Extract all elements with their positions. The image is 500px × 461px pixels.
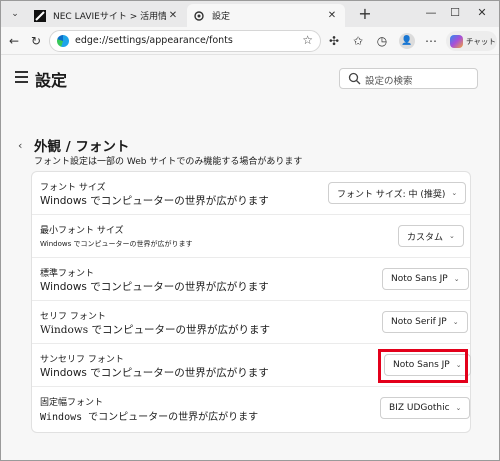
browser-toolbar: ← ↻ edge://settings/appearance/fonts ☆ ✣… bbox=[1, 27, 499, 55]
row-label: セリフ フォント bbox=[40, 312, 106, 322]
row-sample-text: Windows でコンピューターの世界が広がります bbox=[40, 412, 259, 423]
extensions-puzzle-icon[interactable]: ✣ bbox=[325, 32, 343, 50]
edge-icon bbox=[57, 35, 69, 47]
gear-icon bbox=[193, 10, 205, 22]
tab-title: NEC LAVIEサイト > 活用情報 > bbox=[53, 12, 166, 22]
close-tab-icon[interactable]: ✕ bbox=[166, 10, 180, 21]
row-label: フォント サイズ bbox=[40, 183, 106, 193]
serif-font-dropdown[interactable]: Noto Serif JP ⌄ bbox=[382, 311, 468, 333]
back-chevron-icon[interactable]: ‹ bbox=[18, 139, 22, 152]
serif-font-row: セリフ フォント Windows でコンピューターの世界が広がります Noto … bbox=[32, 301, 470, 344]
address-url: edge://settings/appearance/fonts bbox=[75, 35, 233, 46]
tab-actions-chevron-icon[interactable]: ⌄ bbox=[6, 5, 24, 23]
dropdown-value: フォント サイズ: 中 (推奨) bbox=[337, 189, 446, 200]
refresh-icon[interactable]: ↻ bbox=[27, 32, 45, 50]
chevron-down-icon: ⌄ bbox=[451, 189, 458, 197]
font-size-row: フォント サイズ Windows でコンピューターの世界が広がります フォント … bbox=[32, 172, 470, 215]
standard-font-dropdown[interactable]: Noto Sans JP ⌄ bbox=[382, 268, 469, 290]
new-tab-plus-icon[interactable]: + bbox=[356, 4, 374, 24]
row-sample-text: Windows でコンピューターの世界が広がります bbox=[40, 195, 269, 207]
close-tab-icon[interactable]: ✕ bbox=[325, 10, 339, 21]
dropdown-value: BIZ UDGothic bbox=[389, 403, 450, 413]
minimum-font-size-dropdown[interactable]: カスタム ⌄ bbox=[398, 225, 464, 247]
row-sample-text: Windows でコンピューターの世界が広がります bbox=[40, 240, 193, 248]
profile-avatar-icon[interactable]: 👤 bbox=[399, 33, 415, 49]
chevron-down-icon: ⌄ bbox=[455, 404, 462, 412]
chevron-down-icon: ⌄ bbox=[449, 232, 455, 240]
nec-favicon-icon bbox=[34, 9, 46, 22]
copilot-icon bbox=[450, 34, 463, 48]
history-icon[interactable]: ◷ bbox=[373, 32, 391, 50]
maximize-icon[interactable]: ☐ bbox=[444, 3, 466, 23]
chevron-down-icon: ⌄ bbox=[452, 318, 459, 326]
row-sample-text: Windows でコンピューターの世界が広がります bbox=[40, 324, 270, 336]
address-bar[interactable]: edge://settings/appearance/fonts ☆ bbox=[49, 30, 321, 52]
row-label: サンセリフ フォント bbox=[40, 355, 124, 365]
fixed-width-font-row: 固定幅フォント Windows でコンピューターの世界が広がります BIZ UD… bbox=[32, 387, 471, 430]
favorite-star-icon[interactable]: ☆ bbox=[302, 33, 313, 47]
section-subtitle: フォント設定は一部の Web サイトでのみ機能する場合があります bbox=[34, 157, 303, 167]
tab-nec-lavie[interactable]: NEC LAVIEサイト > 活用情報 > ✕ bbox=[28, 4, 186, 27]
dropdown-value: Noto Sans JP bbox=[391, 274, 448, 284]
tab-settings[interactable]: 設定 ✕ bbox=[187, 4, 345, 27]
tab-title: 設定 bbox=[212, 12, 231, 22]
dropdown-value: カスタム bbox=[407, 232, 444, 243]
row-label: 固定幅フォント bbox=[40, 398, 104, 408]
standard-font-row: 標準フォント Windows でコンピューターの世界が広がります Noto Sa… bbox=[32, 258, 470, 301]
font-settings-card: フォント サイズ Windows でコンピューターの世界が広がります フォント … bbox=[31, 171, 471, 433]
font-size-dropdown[interactable]: フォント サイズ: 中 (推奨) ⌄ bbox=[328, 182, 467, 204]
highlight-box bbox=[378, 349, 468, 383]
browser-window: ⌄ NEC LAVIEサイト > 活用情報 > ✕ 設定 ✕ + — ☐ ✕ ←… bbox=[0, 0, 500, 461]
search-placeholder: 設定の検索 bbox=[365, 76, 413, 87]
favorites-icon[interactable]: ✩ bbox=[349, 32, 367, 50]
back-arrow-icon[interactable]: ← bbox=[5, 32, 23, 50]
row-label: 最小フォント サイズ bbox=[40, 226, 124, 236]
settings-search-input[interactable]: 設定の検索 bbox=[339, 68, 478, 89]
section-title: 外観 / フォント bbox=[34, 139, 130, 155]
copilot-label: チャット bbox=[466, 36, 496, 46]
more-menu-icon[interactable]: ⋯ bbox=[422, 32, 440, 50]
row-sample-text: Windows でコンピューターの世界が広がります bbox=[40, 367, 269, 379]
minimum-font-size-row: 最小フォント サイズ Windows でコンピューターの世界が広がります カスタ… bbox=[32, 215, 470, 258]
hamburger-menu-icon[interactable] bbox=[15, 71, 28, 83]
chevron-down-icon: ⌄ bbox=[453, 275, 460, 283]
page-title: 設定 bbox=[35, 71, 68, 90]
copilot-chat-button[interactable]: チャット bbox=[446, 31, 497, 51]
dropdown-value: Noto Serif JP bbox=[391, 317, 447, 327]
close-window-icon[interactable]: ✕ bbox=[471, 3, 493, 23]
row-label: 標準フォント bbox=[40, 269, 95, 279]
tab-strip: ⌄ NEC LAVIEサイト > 活用情報 > ✕ 設定 ✕ + — ☐ ✕ bbox=[1, 1, 499, 27]
row-sample-text: Windows でコンピューターの世界が広がります bbox=[40, 281, 269, 293]
search-icon bbox=[348, 72, 361, 85]
minimize-icon[interactable]: — bbox=[420, 3, 442, 23]
fixed-width-font-dropdown[interactable]: BIZ UDGothic ⌄ bbox=[380, 397, 471, 419]
